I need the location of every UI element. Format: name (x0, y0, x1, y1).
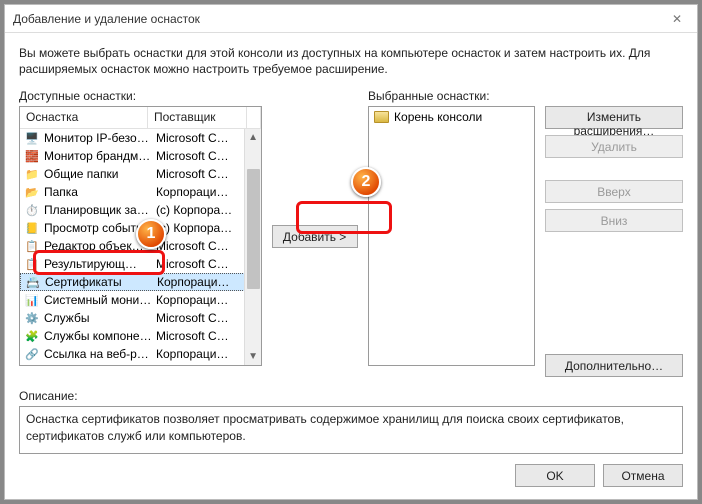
description-box: Оснастка сертификатов позволяет просматр… (19, 406, 683, 454)
list-item[interactable]: 🧩Службы компоне…Microsoft C… (20, 327, 261, 345)
advanced-button[interactable]: Дополнительно… (545, 354, 683, 377)
list-item[interactable]: 📇СертификатыКорпораци… (20, 273, 261, 291)
close-button[interactable]: ✕ (657, 5, 697, 33)
tree-root-item[interactable]: Корень консоли (371, 109, 532, 125)
tree-root-label: Корень консоли (394, 110, 482, 124)
snapin-icon: 📋 (24, 238, 40, 254)
window-title: Добавление и удаление оснасток (13, 12, 200, 26)
remove-button: Удалить (545, 135, 683, 158)
cancel-button[interactable]: Отмена (603, 464, 683, 487)
edit-extensions-button[interactable]: Изменить расширения… (545, 106, 683, 129)
scrollbar[interactable]: ▲ ▼ (244, 129, 261, 365)
snapin-name: Системный мони… (44, 293, 154, 307)
snapin-icon: 📁 (24, 166, 40, 182)
list-item[interactable]: 🧱Монитор брандм…Microsoft C… (20, 147, 261, 165)
snapin-icon: ⚙️ (24, 310, 40, 326)
snapin-icon: 📇 (25, 274, 41, 290)
scroll-thumb[interactable] (247, 169, 260, 289)
list-item[interactable]: 🖥️Монитор IP-безоп…Microsoft C… (20, 129, 261, 147)
snapin-name: Сертификаты (45, 275, 155, 289)
snapin-icon: 📂 (24, 184, 40, 200)
header-vendor[interactable]: Поставщик (148, 107, 247, 128)
snapin-name: Общие папки (44, 167, 154, 181)
snapin-icon: ⏱️ (24, 202, 40, 218)
snapin-icon: 🔗 (24, 346, 40, 362)
selected-snapins-tree[interactable]: Корень консоли (368, 106, 535, 366)
move-up-button: Вверх (545, 180, 683, 203)
snapin-name: Службы (44, 311, 154, 325)
snapin-icon: 📒 (24, 220, 40, 236)
move-down-button: Вниз (545, 209, 683, 232)
list-item[interactable]: 🔗Ссылка на веб-р…Корпораци… (20, 345, 261, 363)
available-label: Доступные оснастки: (19, 89, 262, 103)
snapin-icon: 📋 (24, 256, 40, 272)
list-item[interactable]: 📂ПапкаКорпораци… (20, 183, 261, 201)
list-header: Оснастка Поставщик (20, 107, 261, 129)
list-item[interactable]: 📋Результирующ…Microsoft C… (20, 255, 261, 273)
snapin-name: Планировщик за… (44, 203, 154, 217)
ok-button[interactable]: OK (515, 464, 595, 487)
titlebar[interactable]: Добавление и удаление оснасток ✕ (5, 5, 697, 33)
snapin-name: Папка (44, 185, 154, 199)
snapin-name: Ссылка на веб-р… (44, 347, 154, 361)
dialog-window: Добавление и удаление оснасток ✕ Вы може… (4, 4, 698, 500)
snapin-icon: 🖥️ (24, 130, 40, 146)
annotation-callout-2: 2 (351, 167, 381, 197)
scroll-up-icon[interactable]: ▲ (245, 129, 262, 146)
list-item[interactable]: ⚙️СлужбыMicrosoft C… (20, 309, 261, 327)
dialog-buttons: OK Отмена (515, 464, 683, 487)
snapin-name: Монитор брандм… (44, 149, 154, 163)
list-item[interactable]: 📊Системный мони…Корпораци… (20, 291, 261, 309)
header-snapin[interactable]: Оснастка (20, 107, 148, 128)
list-item[interactable]: 📁Общие папкиMicrosoft C… (20, 165, 261, 183)
snapin-name: Службы компоне… (44, 329, 154, 343)
snapin-icon: 📊 (24, 292, 40, 308)
right-button-column: Изменить расширения… Удалить Вверх Вниз … (545, 106, 683, 377)
description-label: Описание: (19, 389, 683, 403)
intro-text: Вы можете выбрать оснастки для этой конс… (19, 45, 683, 77)
snapin-name: Монитор IP-безоп… (44, 131, 154, 145)
snapin-icon: 🧱 (24, 148, 40, 164)
folder-icon (374, 111, 389, 123)
snapin-icon: 🧩 (24, 328, 40, 344)
list-item[interactable]: ⏱️Планировщик за…(c) Корпора… (20, 201, 261, 219)
header-scroll-gap (247, 107, 261, 128)
scroll-down-icon[interactable]: ▼ (245, 348, 262, 365)
snapin-name: Результирующ… (44, 257, 154, 271)
annotation-callout-1: 1 (136, 219, 166, 249)
close-icon: ✕ (672, 12, 682, 26)
selected-label: Выбранные оснастки: (368, 89, 535, 103)
add-button[interactable]: Добавить > (272, 225, 358, 248)
